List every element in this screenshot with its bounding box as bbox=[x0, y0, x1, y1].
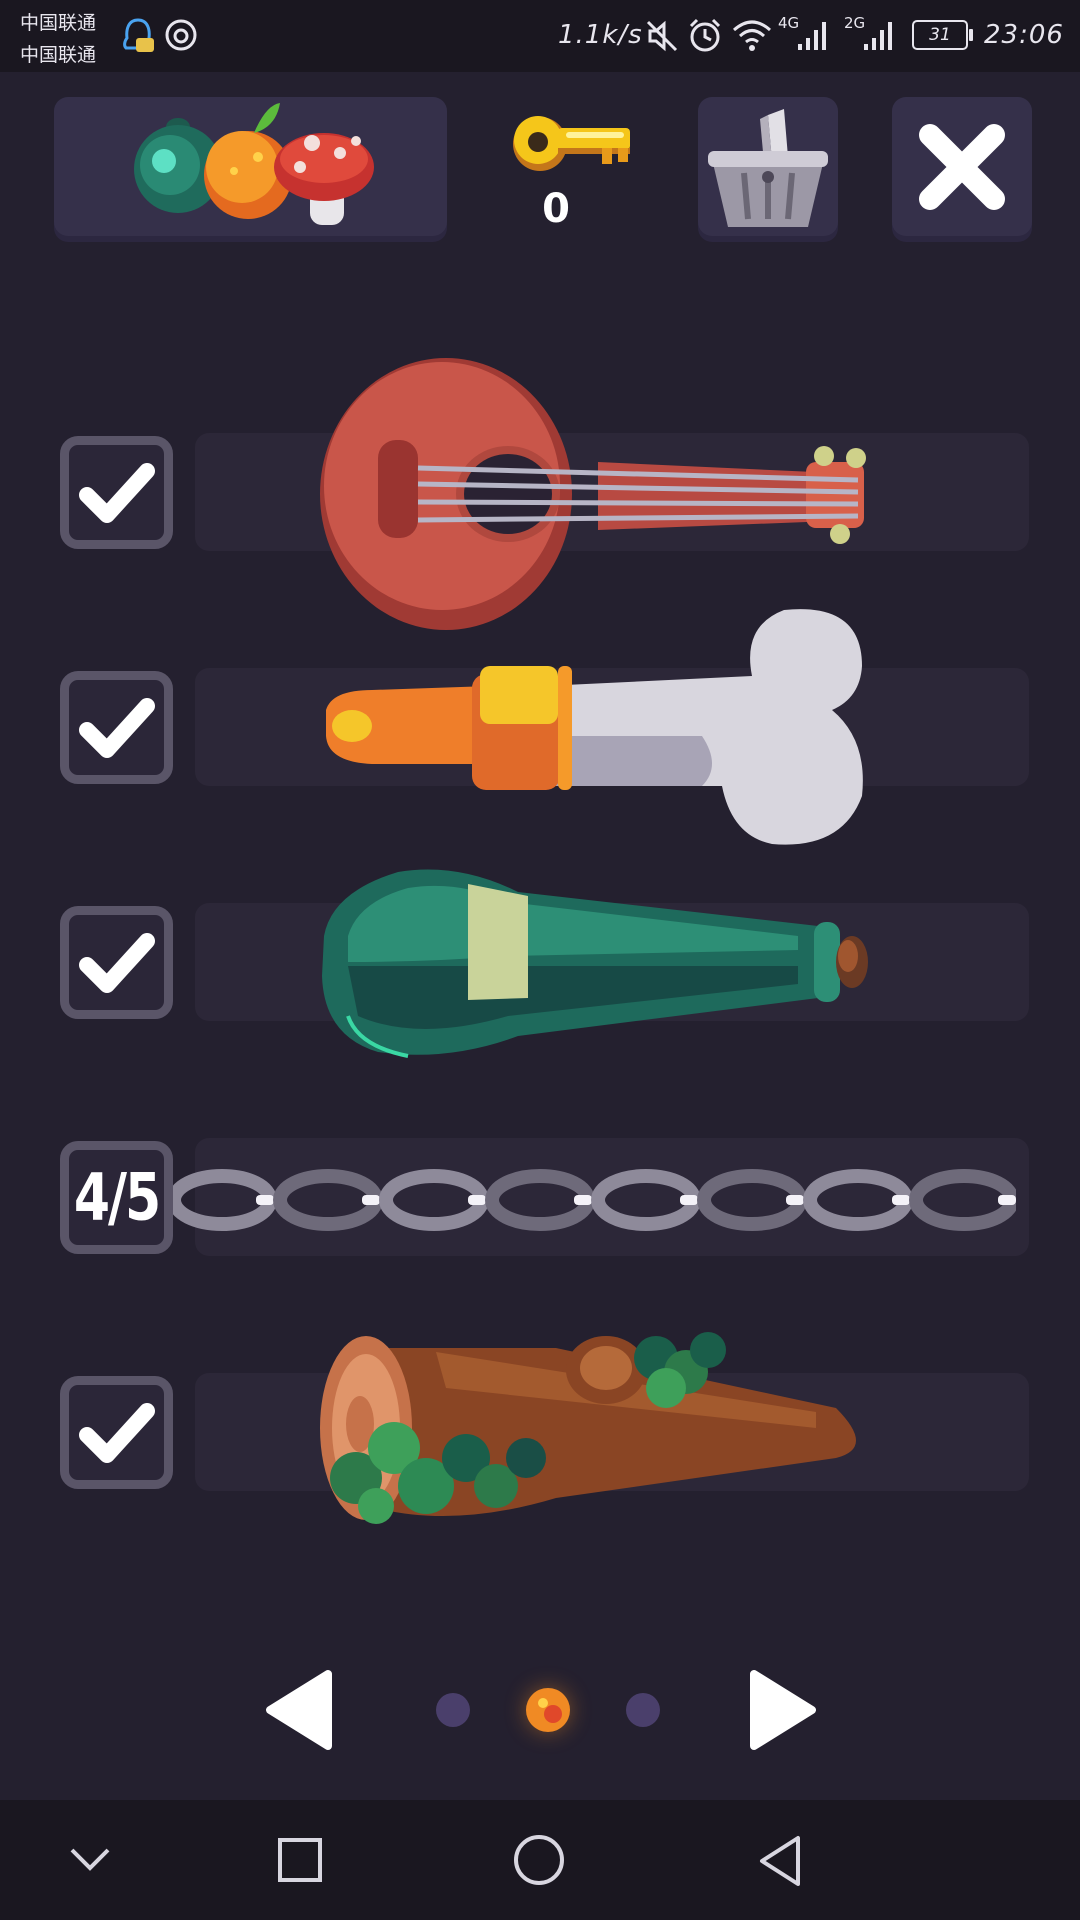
recents-button[interactable] bbox=[278, 1838, 322, 1882]
shop-button[interactable] bbox=[698, 97, 838, 236]
chain-link bbox=[591, 1169, 701, 1231]
home-button[interactable] bbox=[514, 1835, 564, 1885]
checkmark-icon bbox=[79, 933, 155, 993]
chain-link-highlight bbox=[680, 1195, 698, 1205]
status-bar: 中国联通 中国联通 1.1k/s 4G 2G 31 23:06 bbox=[0, 0, 1080, 72]
battery-level: 31 bbox=[929, 25, 951, 45]
arrow-right-icon bbox=[750, 1670, 816, 1750]
checkmark-icon bbox=[79, 463, 155, 523]
progress-label-chain: 4/5 bbox=[73, 1160, 161, 1235]
fruit-potion-mushroom-icon bbox=[134, 103, 374, 225]
chain-link bbox=[170, 1169, 277, 1231]
item-checkbox-bone bbox=[60, 671, 173, 784]
active-orb-icon bbox=[538, 1698, 562, 1723]
item-checkbox-lute bbox=[60, 436, 173, 549]
chain-link-highlight bbox=[892, 1195, 910, 1205]
signal-2g-icon bbox=[864, 22, 892, 50]
carrier-label-1: 中国联通 bbox=[20, 12, 97, 34]
item-row-chain: 4/5 bbox=[0, 1135, 1080, 1265]
chain-link bbox=[273, 1169, 383, 1231]
chain-link-highlight bbox=[786, 1195, 804, 1205]
close-button[interactable] bbox=[892, 97, 1032, 236]
checkmark-icon bbox=[79, 698, 155, 758]
item-checkbox-bottle bbox=[60, 906, 173, 1019]
checkmark-icon bbox=[79, 1403, 155, 1463]
back-button[interactable] bbox=[756, 1834, 804, 1888]
basket-icon bbox=[708, 109, 828, 227]
chain-link bbox=[697, 1169, 807, 1231]
item-progress-chain: 4/5 bbox=[60, 1141, 173, 1254]
arrow-left-icon bbox=[266, 1670, 332, 1750]
system-nav-bar bbox=[0, 1800, 1080, 1920]
wifi-icon bbox=[733, 20, 771, 51]
signal-4g-icon bbox=[798, 22, 826, 50]
chain-link bbox=[803, 1169, 913, 1231]
carrier-label-2: 中国联通 bbox=[20, 44, 97, 66]
chevron-down-icon[interactable] bbox=[66, 1844, 114, 1874]
battery-icon: 31 bbox=[912, 20, 968, 50]
page-dot-1[interactable] bbox=[436, 1693, 470, 1727]
bone-icon bbox=[326, 609, 863, 845]
alarm-icon bbox=[689, 18, 721, 52]
key-icon bbox=[513, 116, 630, 171]
bottle-icon bbox=[322, 869, 868, 1058]
chain-link bbox=[379, 1169, 489, 1231]
mute-icon bbox=[646, 20, 678, 52]
lute-icon bbox=[320, 358, 866, 630]
page-dot-2-active[interactable] bbox=[526, 1688, 570, 1732]
chain-link bbox=[485, 1169, 595, 1231]
key-count: 0 bbox=[542, 186, 570, 232]
key-counter: 0 bbox=[506, 104, 638, 236]
page-dot-3[interactable] bbox=[626, 1693, 660, 1727]
item-checkbox-log bbox=[60, 1376, 173, 1489]
qq-notification-icon bbox=[123, 18, 154, 52]
network-speed: 1.1k/s bbox=[558, 20, 643, 50]
chain-link-highlight bbox=[468, 1195, 486, 1205]
battery-tip bbox=[969, 29, 973, 41]
chain-link-highlight bbox=[256, 1195, 274, 1205]
log-icon bbox=[320, 1332, 856, 1524]
chain-link-highlight bbox=[574, 1195, 592, 1205]
chain-link-highlight bbox=[362, 1195, 380, 1205]
chain-link bbox=[909, 1169, 1016, 1231]
category-button[interactable] bbox=[54, 97, 447, 236]
prev-page-button[interactable] bbox=[262, 1668, 332, 1752]
chain-link-highlight bbox=[998, 1195, 1016, 1205]
close-icon bbox=[919, 124, 1005, 210]
netease-music-icon bbox=[165, 19, 197, 51]
clock: 23:06 bbox=[984, 20, 1064, 50]
chain-icon bbox=[170, 1169, 1016, 1231]
next-page-button[interactable] bbox=[750, 1668, 820, 1752]
